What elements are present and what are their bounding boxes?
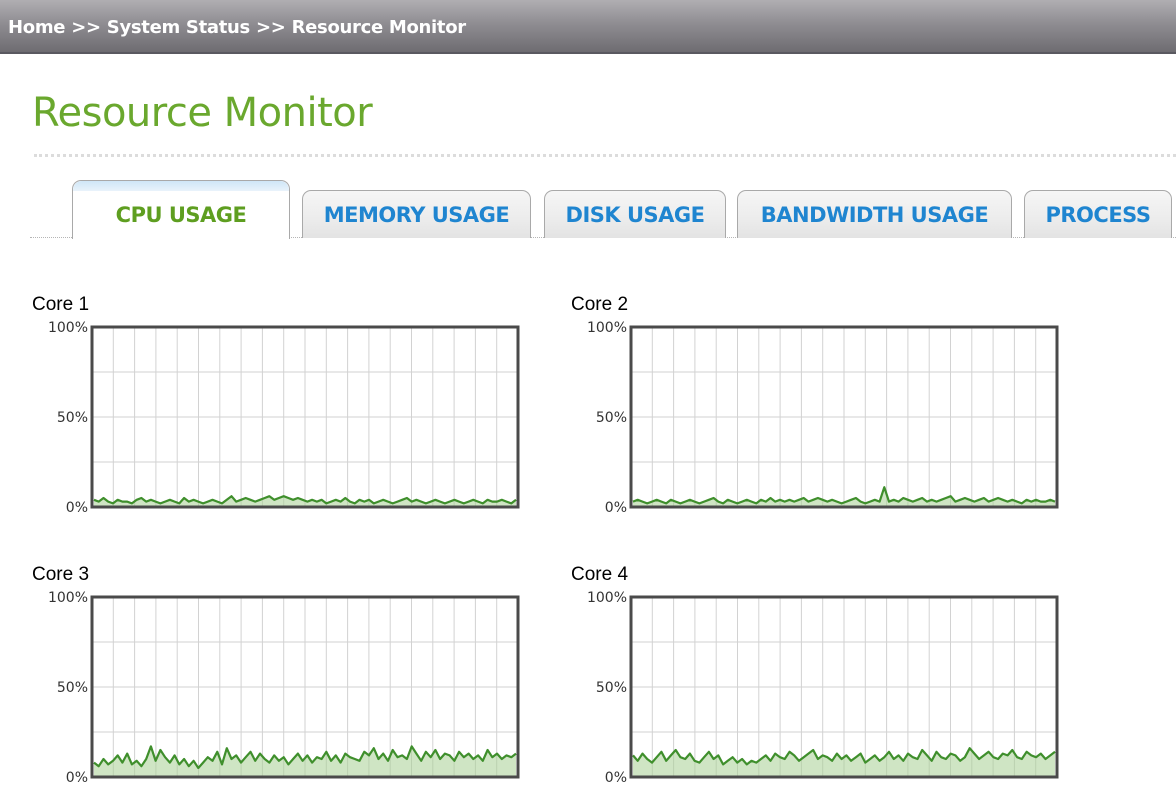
- core-3-plot: 100% 50% 0%: [48, 590, 520, 786]
- y-tick-label: 0%: [66, 770, 88, 786]
- core-1-label: Core 1: [32, 294, 90, 315]
- tab-disk-usage[interactable]: DISK USAGE: [544, 190, 726, 238]
- y-tick-label: 50%: [596, 410, 627, 426]
- tab-process[interactable]: PROCESS: [1024, 190, 1172, 238]
- core-2-chart: Core 2 100% 50% 0%: [571, 294, 1071, 516]
- core-2-label: Core 2: [571, 294, 629, 315]
- breadcrumb-item-resource-monitor: Resource Monitor: [291, 17, 467, 38]
- core-3-chart: Core 3 100% 50% 0%: [32, 564, 532, 786]
- breadcrumb-bar: Home >> System Status >> Resource Monitor: [0, 0, 1176, 54]
- y-tick-label: 100%: [48, 590, 88, 606]
- tab-memory-usage[interactable]: MEMORY USAGE: [302, 190, 531, 238]
- y-tick-label: 0%: [66, 500, 88, 516]
- tab-bandwidth-usage[interactable]: BANDWIDTH USAGE: [737, 190, 1012, 238]
- core-1-chart: Core 1 100% 50% 0%: [32, 294, 532, 516]
- breadcrumb-separator: >>: [255, 17, 286, 38]
- breadcrumb: Home >> System Status >> Resource Monitor: [8, 17, 466, 38]
- y-tick-label: 50%: [57, 680, 88, 696]
- y-tick-label: 0%: [605, 770, 627, 786]
- y-tick-label: 100%: [587, 320, 627, 336]
- core-1-plot: 100% 50% 0%: [48, 320, 520, 516]
- core-2-plot: 100% 50% 0%: [587, 320, 1059, 516]
- y-tick-label: 50%: [596, 680, 627, 696]
- title-divider: [34, 154, 1176, 157]
- core-4-label: Core 4: [571, 564, 629, 585]
- core-4-chart: Core 4 100% 50% 0%: [571, 564, 1071, 786]
- page-title: Resource Monitor: [32, 90, 373, 136]
- core-3-label: Core 3: [32, 564, 90, 585]
- y-tick-label: 50%: [57, 410, 88, 426]
- breadcrumb-item-system-status[interactable]: System Status: [107, 17, 251, 38]
- breadcrumb-item-home[interactable]: Home: [8, 17, 66, 38]
- y-tick-label: 100%: [587, 590, 627, 606]
- tab-cpu-usage[interactable]: CPU USAGE: [72, 180, 290, 239]
- breadcrumb-separator: >>: [71, 17, 101, 38]
- y-tick-label: 100%: [48, 320, 88, 336]
- core-4-plot: 100% 50% 0%: [587, 590, 1059, 786]
- y-tick-label: 0%: [605, 500, 627, 516]
